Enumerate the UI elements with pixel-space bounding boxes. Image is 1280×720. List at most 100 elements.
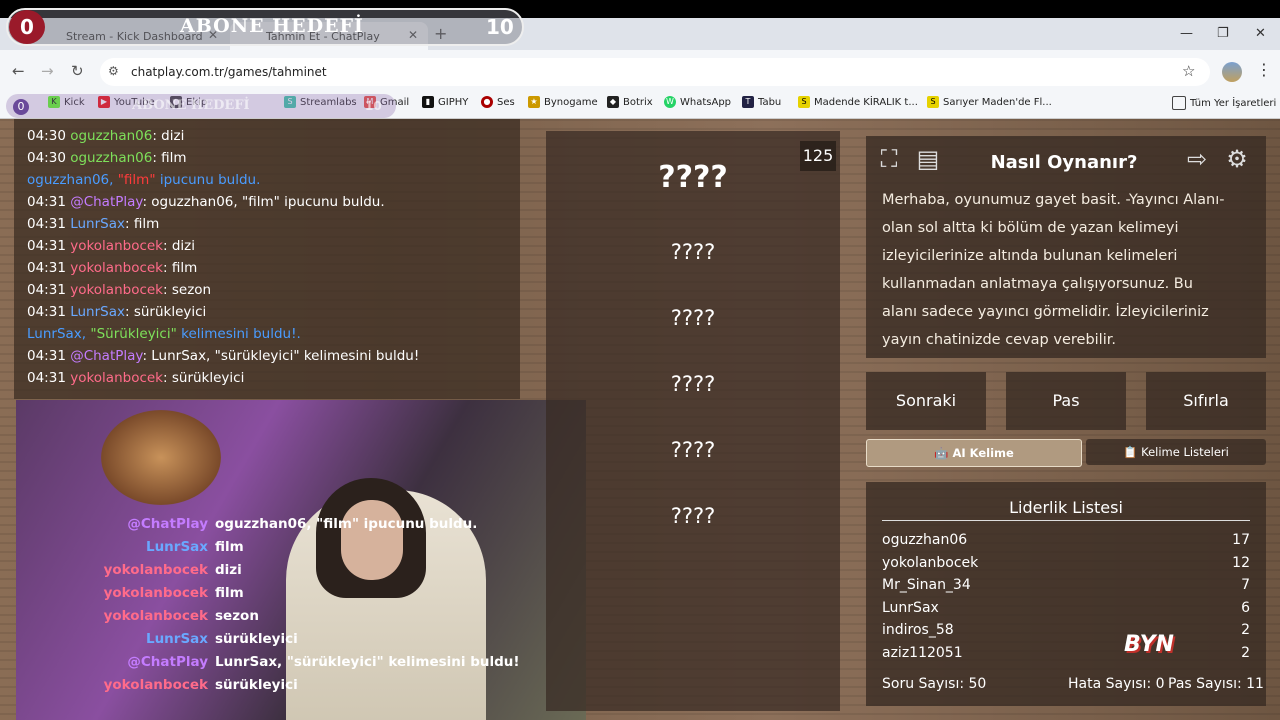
url-text: chatplay.com.tr/games/tahminet [131,65,327,79]
bookmark-sariyer[interactable]: S Sarıyer Maden'de Fl... [927,96,1052,108]
player-score: 17 [1232,532,1250,548]
player-score: 7 [1241,577,1250,593]
chat-message: kelimesini buldu!. [176,326,301,342]
bookmark-ses[interactable]: ● Ses [481,96,515,108]
next-button[interactable]: Sonraki [866,372,986,430]
wall-decoration [101,410,221,505]
profile-avatar[interactable] [1222,62,1242,82]
overlay-chat-message: dizi [215,562,242,578]
goal-title: ABONE HEDEFİ [180,15,364,37]
how-to-play-text: Merhaba, oyunumuz gayet basit. -Yayıncı … [882,192,1225,348]
bookmark-giphy[interactable]: ▮ GIPHY [422,96,468,108]
word-lists-button[interactable]: 📋 Kelime Listeleri [1086,439,1266,465]
chat-line: 04:31 yokolanbocek: dizi [27,238,195,254]
chat-message: : film [124,216,160,232]
streamer-face [341,500,403,580]
chat-line: 04:31 @ChatPlay: LunrSax, "sürükleyici" … [27,348,419,364]
forward-icon[interactable]: → [41,62,54,80]
error-count: Hata Sayısı: 0 [1068,676,1165,692]
pass-button[interactable]: Pas [1006,372,1126,430]
chat-time: 04:31 [27,238,66,254]
chat-username[interactable]: LunrSax, [27,326,90,342]
player-name: oguzzhan06 [882,532,968,548]
chat-line: 04:31 LunrSax: film [27,216,159,232]
leaderboard-title: Liderlik Listesi [1009,498,1123,517]
chat-username[interactable]: oguzzhan06 [70,150,152,166]
ai-word-button[interactable]: 🤖 AI Kelime [866,439,1082,467]
bookmark-tabu[interactable]: T Tabu [742,96,781,108]
chat-message: : oguzzhan06, "film" ipucunu buldu. [142,194,385,210]
chat-line: 04:31 LunrSax: sürükleyici [27,304,206,320]
chat-time: 04:31 [27,348,66,364]
settings-gear-icon[interactable]: ⚙ [1222,144,1252,174]
chat-line: 04:31 @ChatPlay: oguzzhan06, "film" ipuc… [27,194,385,210]
overlay-chat-username: LunrSax [145,539,208,555]
chat-time: 04:31 [27,282,66,298]
bookmark-botrix[interactable]: ◆ Botrix [607,96,653,108]
goal-reflection-title: ABONE HEDEFİ [132,98,250,113]
player-score: 12 [1232,554,1250,571]
back-icon[interactable]: ← [12,62,25,80]
chat-username[interactable]: yokolanbocek [70,260,163,276]
chat-hint-word: "film" [117,172,156,188]
player-score: 2 [1241,644,1250,661]
minimize-icon[interactable]: — [1180,26,1193,41]
window-close-icon[interactable]: ✕ [1255,26,1266,41]
chat-system-line: LunrSax, "Sürükleyici" kelimesini buldu!… [27,326,301,342]
chat-message: : sürükleyici [163,370,245,386]
overlay-chat-message: oguzzhan06, "film" ipucunu buldu. [215,516,478,532]
leaderboard-row: LunrSax 6 [882,600,1250,616]
overlay-chat-message: film [215,539,244,555]
chat-message: ipucunu buldu. [155,172,261,188]
chat-username[interactable]: @ChatPlay [70,348,142,364]
reload-icon[interactable]: ↻ [71,62,84,80]
question-count: Soru Sayısı: 50 [882,676,987,692]
chat-username[interactable]: yokolanbocek [70,282,163,298]
all-bookmarks-folder[interactable]: Tüm Yer İşaretleri [1172,96,1276,110]
player-name: yokolanbocek [882,554,979,571]
chat-username[interactable]: oguzzhan06 [70,128,152,144]
overlay-chat-message: film [215,585,244,601]
menu-dots-icon[interactable]: ⋮ [1256,60,1272,79]
goal-reflection-target: 10 [365,99,382,113]
bookmark-star-icon[interactable]: ☆ [1182,62,1195,80]
chat-username[interactable]: oguzzhan06, [27,172,118,188]
chat-hint-word: "Sürükleyici" [90,326,177,342]
chat-time: 04:30 [27,150,66,166]
player-name: LunrSax [882,599,939,616]
goal-current-count: 0 [9,10,45,44]
chat-username[interactable]: @ChatPlay [70,194,142,210]
chat-line: 04:31 yokolanbocek: sürükleyici [27,370,244,386]
chat-username[interactable]: yokolanbocek [70,238,163,254]
hidden-word: ???? [670,438,716,462]
chat-line: 04:30 oguzzhan06: dizi [27,128,184,144]
overlay-chat-message: sürükleyici [215,631,298,647]
chat-username[interactable]: LunrSax [70,304,125,320]
chat-message: : LunrSax, "sürükleyici" kelimesini buld… [142,348,420,364]
site-info-icon[interactable]: ⚙ [108,64,119,78]
restore-icon[interactable]: ❐ [1217,26,1229,41]
goal-target: 10 [486,15,514,39]
hidden-word: ???? [670,240,716,264]
chat-username[interactable]: LunrSax [70,216,125,232]
overlay-chat-username: LunrSax [145,631,208,647]
chat-username[interactable]: yokolanbocek [70,370,163,386]
reset-button[interactable]: Sıfırla [1146,372,1266,430]
pass-count: Pas Sayısı: 11 [1168,676,1264,692]
overlay-chat-username: yokolanbocek [103,677,208,693]
leaderboard-row: indiros_58 2 [882,622,1250,638]
player-name: indiros_58 [882,622,954,638]
chat-message: : dizi [152,128,185,144]
leaderboard-row: aziz112051 2 [882,645,1250,661]
chat-message: : film [163,260,198,276]
bookmark-whatsapp[interactable]: W WhatsApp [664,96,731,108]
chat-line: 04:31 yokolanbocek: sezon [27,282,211,298]
chat-message: : dizi [163,238,196,254]
hidden-word: ???? [670,372,716,396]
bookmark-madende[interactable]: S Madende KİRALIK t... [798,96,918,108]
current-word: ???? [658,160,728,195]
hidden-word: ???? [670,306,716,330]
hidden-word: ???? [670,504,716,528]
bookmark-bynogame[interactable]: ★ Bynogame [528,96,598,108]
exit-icon[interactable]: ⇨ [1182,144,1212,174]
